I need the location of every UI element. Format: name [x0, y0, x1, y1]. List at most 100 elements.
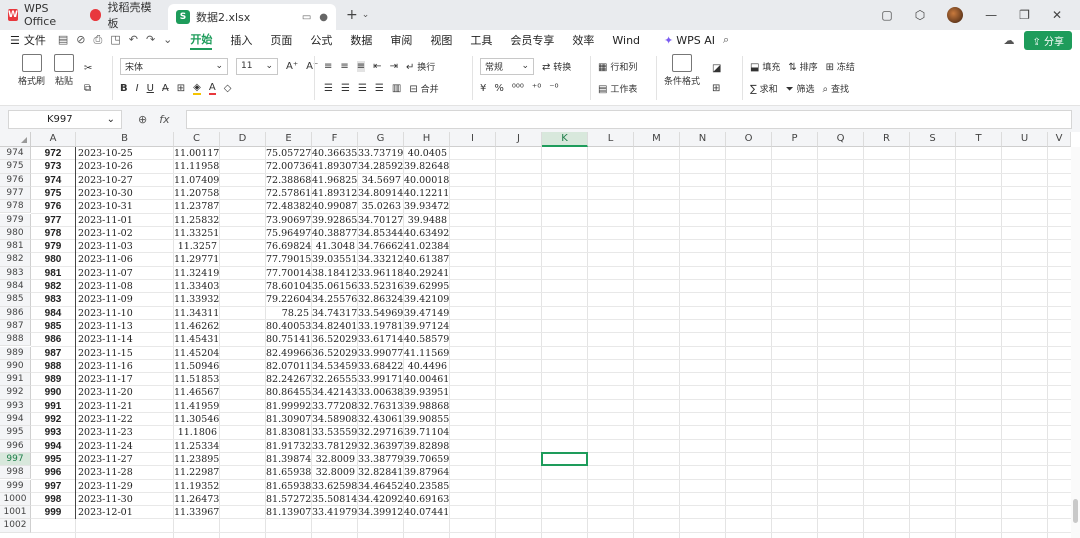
cell-g1000[interactable]: 34.42092	[358, 493, 403, 506]
cell-f991[interactable]: 32.26555	[312, 373, 357, 386]
cell-e980[interactable]: 75.96497	[266, 227, 311, 240]
cell-c999[interactable]: 11.19352	[174, 480, 219, 493]
border-icon[interactable]: ⊞	[177, 83, 185, 94]
column-header-b[interactable]: B	[76, 132, 174, 147]
cell-c984[interactable]: 11.33403	[174, 280, 219, 293]
cell-c991[interactable]: 11.51853	[174, 373, 219, 386]
cell-g988[interactable]: 33.61714	[358, 333, 403, 346]
cell-g992[interactable]: 33.00638	[358, 386, 403, 399]
cell-g989[interactable]: 33.99077	[358, 347, 403, 360]
column-header-s[interactable]: S	[910, 132, 956, 147]
cell-f985[interactable]: 34.25576	[312, 293, 357, 306]
cell-c987[interactable]: 11.46262	[174, 320, 219, 333]
preview-icon[interactable]: ◳	[110, 33, 120, 47]
row-header[interactable]: 985	[0, 293, 31, 307]
tab-efficiency[interactable]: 效率	[572, 32, 594, 48]
justify-icon[interactable]: ☰	[375, 83, 384, 94]
row-header[interactable]: 979	[0, 213, 31, 227]
cell-g982[interactable]: 34.33212	[358, 253, 403, 266]
cell-f980[interactable]: 40.38877	[312, 227, 357, 240]
cell-b993[interactable]: 2023-11-21	[76, 400, 173, 413]
font-shrink-icon[interactable]: A⁻	[306, 61, 318, 72]
worksheet-button[interactable]: ▤ 工作表	[598, 82, 637, 95]
underline-icon[interactable]: U	[147, 83, 154, 94]
cell-c992[interactable]: 11.46567	[174, 386, 219, 399]
cell-h998[interactable]: 39.87964	[404, 466, 449, 479]
sum-button[interactable]: ∑ 求和	[750, 82, 778, 95]
cell-g983[interactable]: 33.96118	[358, 267, 403, 280]
print-icon[interactable]: ⎙	[94, 33, 103, 47]
cell-h978[interactable]: 39.93472	[404, 200, 449, 213]
percent-icon[interactable]: %	[494, 83, 504, 94]
cell-style-icon[interactable]: ◪	[712, 63, 721, 74]
cell-g984[interactable]: 33.52316	[358, 280, 403, 293]
link-icon[interactable]: ⊘	[76, 33, 85, 47]
cell-e989[interactable]: 82.49966	[266, 347, 311, 360]
distributed-icon[interactable]: ▥	[392, 83, 401, 94]
column-header-a[interactable]: A	[31, 132, 76, 147]
cell-g981[interactable]: 34.76662	[358, 240, 403, 253]
close-icon[interactable]: ✕	[1052, 8, 1062, 22]
undo-icon[interactable]: ↶	[129, 33, 138, 47]
cell-e995[interactable]: 81.83081	[266, 426, 311, 439]
cell-c996[interactable]: 11.25334	[174, 440, 219, 453]
cell-b980[interactable]: 2023-11-02	[76, 227, 173, 240]
cell-b990[interactable]: 2023-11-16	[76, 360, 173, 373]
column-header-u[interactable]: U	[1002, 132, 1048, 147]
cell-g999[interactable]: 34.46452	[358, 480, 403, 493]
cell-b977[interactable]: 2023-10-30	[76, 187, 173, 200]
cell-f984[interactable]: 35.06156	[312, 280, 357, 293]
tab-home[interactable]: 开始	[190, 31, 213, 50]
column-header-d[interactable]: D	[220, 132, 266, 147]
cell-h995[interactable]: 39.71104	[404, 426, 449, 439]
column-header-i[interactable]: I	[450, 132, 496, 147]
cell-c979[interactable]: 11.25832	[174, 214, 219, 227]
cell-e979[interactable]: 73.90697	[266, 214, 311, 227]
cell-e976[interactable]: 72.38868	[266, 174, 311, 187]
cell-c994[interactable]: 11.30546	[174, 413, 219, 426]
spreadsheet-grid[interactable]: A B C D E F G H I J K L M N O P Q R S T U V 974 972 2023-10-25 11…	[0, 132, 1080, 538]
tab-formula[interactable]: 公式	[310, 32, 332, 48]
row-header[interactable]: 977	[0, 186, 31, 201]
find-button[interactable]: ⌕ 查找	[823, 82, 850, 95]
cell-g991[interactable]: 33.99171	[358, 373, 403, 386]
tab-template[interactable]: 找稻壳模板	[82, 0, 168, 30]
cell-e981[interactable]: 76.69824	[266, 240, 311, 253]
cell-c1000[interactable]: 11.26473	[174, 493, 219, 506]
cell-f978[interactable]: 40.99087	[312, 200, 357, 213]
cell-g995[interactable]: 32.29716	[358, 426, 403, 439]
cell-f981[interactable]: 41.3048	[312, 240, 357, 253]
cell-h997[interactable]: 39.70659	[404, 453, 449, 466]
cell-b992[interactable]: 2023-11-20	[76, 386, 173, 399]
cell-e975[interactable]: 72.00736	[266, 160, 311, 173]
cell-f1001[interactable]: 33.41979	[312, 506, 357, 519]
cell-h990[interactable]: 40.4496	[404, 360, 449, 373]
zoom-icon[interactable]: ⊕	[138, 113, 147, 126]
align-bottom-icon[interactable]: ≡	[356, 60, 366, 72]
tab-page[interactable]: 页面	[270, 32, 292, 48]
cell-b998[interactable]: 2023-11-28	[76, 466, 173, 479]
thousands-icon[interactable]: ⁰⁰⁰	[512, 83, 524, 94]
cell-f999[interactable]: 33.62598	[312, 480, 357, 493]
row-header[interactable]: 975	[0, 160, 31, 174]
cell-c990[interactable]: 11.50946	[174, 360, 219, 373]
restore-icon[interactable]: ❐	[1019, 8, 1030, 22]
tab-view[interactable]: 视图	[430, 32, 452, 48]
cell-h986[interactable]: 39.47149	[404, 307, 449, 320]
cell-c993[interactable]: 11.41959	[174, 400, 219, 413]
row-header[interactable]: 987	[0, 319, 31, 334]
cell-h984[interactable]: 39.62995	[404, 280, 449, 293]
cell-f974[interactable]: 40.36635	[312, 147, 357, 160]
currency-icon[interactable]: ¥	[480, 83, 486, 94]
cell-c977[interactable]: 11.20758	[174, 187, 219, 200]
cell-h975[interactable]: 39.82648	[404, 160, 449, 173]
row-header[interactable]: 989	[0, 346, 31, 360]
align-top-icon[interactable]: ≡	[324, 61, 332, 72]
cell-h996[interactable]: 39.82898	[404, 440, 449, 453]
row-header[interactable]: 997	[0, 452, 31, 467]
cell-c983[interactable]: 11.32419	[174, 267, 219, 280]
column-header-n[interactable]: N	[680, 132, 726, 147]
cell-b995[interactable]: 2023-11-23	[76, 426, 173, 439]
row-header[interactable]: 993	[0, 399, 31, 413]
font-size-select[interactable]: 11 ⌄	[236, 57, 278, 75]
